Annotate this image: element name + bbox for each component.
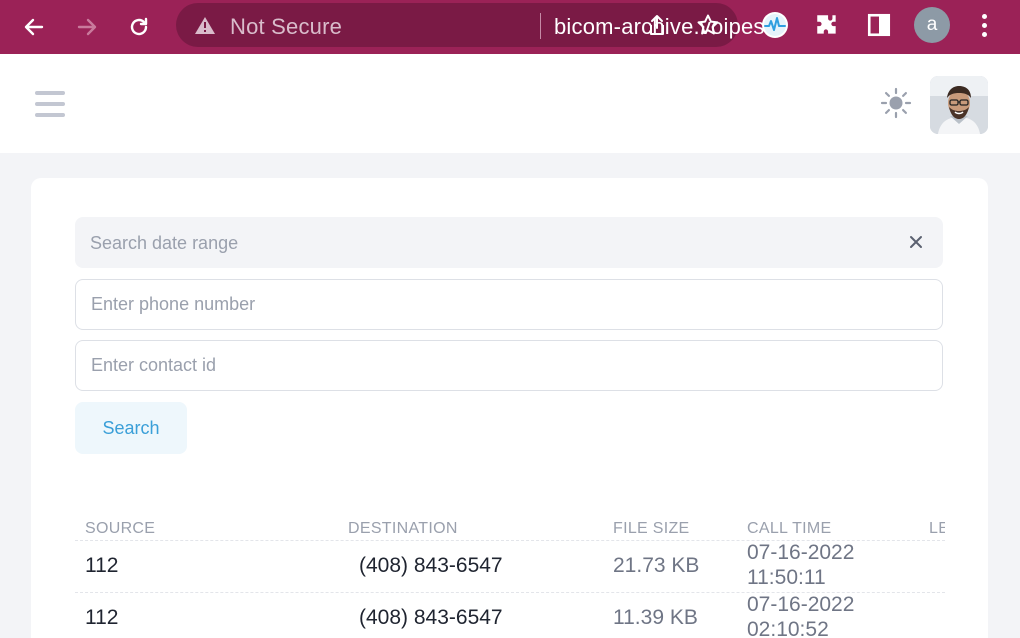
extensions-button[interactable] [812, 10, 842, 40]
row-destination: (408) 843-6547 [359, 606, 503, 629]
contact-id-input[interactable] [76, 341, 942, 390]
row-call-clock: 11:50:11 [747, 566, 826, 589]
hamburger-line-icon [35, 91, 65, 95]
hamburger-line-icon [35, 113, 65, 117]
date-range-picker[interactable]: Search date range [75, 217, 943, 268]
bookmark-star-icon[interactable] [696, 13, 720, 37]
reload-button[interactable] [122, 10, 156, 44]
share-icon[interactable] [646, 14, 668, 36]
row-source: 112 [85, 606, 119, 629]
arrow-left-icon [24, 18, 44, 36]
column-header-source[interactable]: SOURCE [85, 520, 155, 538]
row-source: 112 [85, 554, 119, 577]
arrow-right-icon [77, 18, 97, 36]
back-button[interactable] [17, 10, 51, 44]
address-bar[interactable]: Not Secure bicom-archive.voipes... [176, 3, 783, 47]
column-header-call-time[interactable]: CALL TIME [747, 520, 832, 538]
search-card: Search date range Search SOURCE DESTINAT… [31, 178, 988, 638]
user-avatar[interactable] [930, 76, 988, 134]
phone-number-input[interactable] [76, 280, 942, 329]
browser-menu-button[interactable] [972, 10, 996, 40]
row-file-size: 11.39 KB [613, 606, 698, 629]
waveform-icon [762, 12, 788, 38]
address-separator [540, 13, 541, 39]
side-panel-icon [867, 13, 891, 37]
row-destination: (408) 843-6547 [359, 554, 503, 577]
side-panel-button[interactable] [864, 10, 894, 40]
clear-date-range-icon[interactable] [907, 233, 925, 251]
column-header-length[interactable]: LE [929, 520, 945, 538]
theme-toggle-sun-icon[interactable] [880, 87, 912, 119]
browser-toolbar: Not Secure bicom-archive.voipes... a [0, 0, 1020, 54]
phone-number-field [75, 279, 943, 330]
date-range-placeholder: Search date range [90, 233, 239, 253]
column-header-file-size[interactable]: FILE SIZE [613, 520, 690, 538]
puzzle-piece-icon [817, 15, 836, 34]
reload-icon [130, 17, 148, 36]
row-call-date: 07-16-2022 [747, 541, 855, 564]
menu-dot-icon [981, 22, 987, 28]
menu-dot-icon [981, 13, 987, 19]
extension-waveform-button[interactable] [760, 10, 790, 40]
row-file-size: 21.73 KB [613, 554, 700, 577]
row-call-clock: 02:10:52 [747, 618, 829, 638]
column-header-destination[interactable]: DESTINATION [348, 520, 458, 538]
row-call-date: 07-16-2022 [747, 593, 855, 616]
profile-avatar-button[interactable]: a [914, 7, 950, 43]
menu-toggle-button[interactable] [35, 91, 65, 117]
app-header [0, 54, 1020, 153]
recordings-table: SOURCE DESTINATION FILE SIZE CALL TIME L… [75, 510, 945, 638]
user-photo-icon [930, 76, 988, 134]
security-status-label: Not Secure [230, 14, 343, 39]
forward-button[interactable] [70, 10, 104, 44]
contact-id-field [75, 340, 943, 391]
warning-triangle-icon [195, 17, 215, 34]
menu-dot-icon [981, 31, 987, 37]
search-button[interactable]: Search [75, 402, 187, 454]
hamburger-line-icon [35, 102, 65, 106]
